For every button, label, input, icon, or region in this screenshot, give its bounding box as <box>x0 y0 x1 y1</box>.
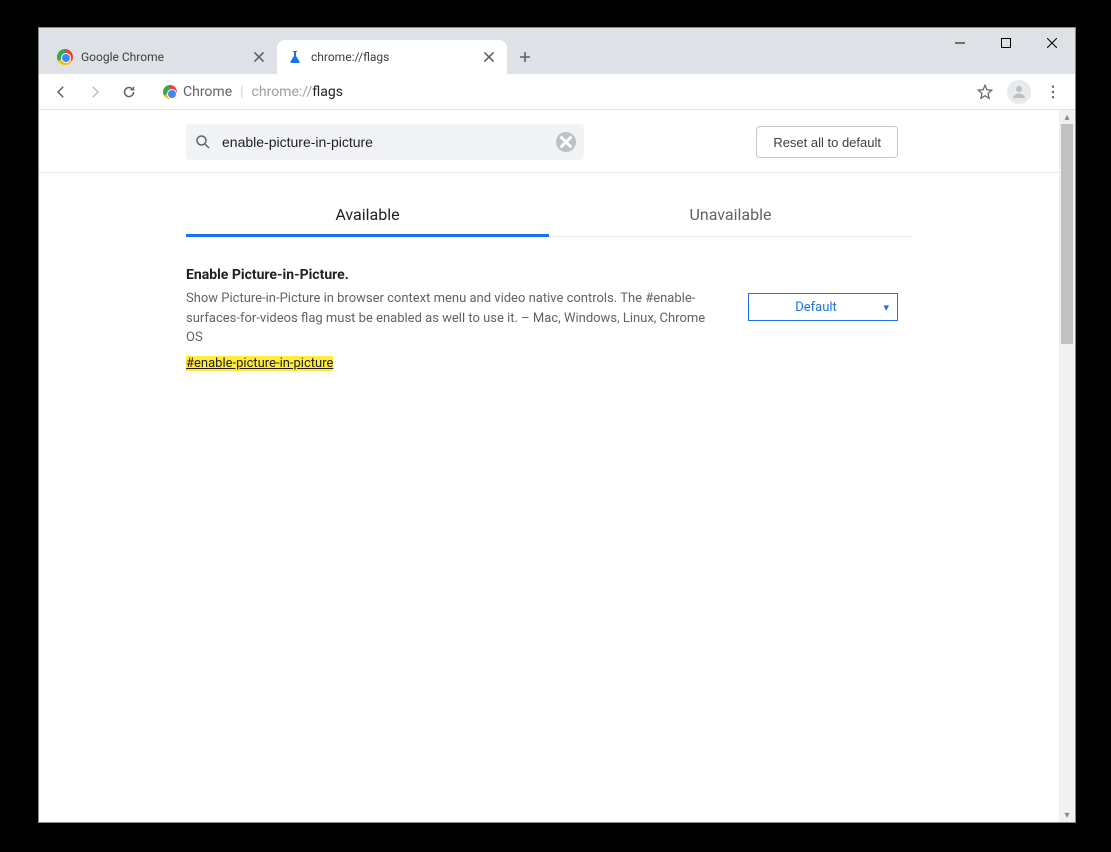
flags-search[interactable] <box>186 124 584 160</box>
site-chip-label: Chrome <box>183 84 232 100</box>
flag-list: Enable Picture-in-Picture. Show Picture-… <box>186 237 912 371</box>
new-tab-button[interactable] <box>511 43 539 71</box>
reload-button[interactable] <box>113 76 145 108</box>
url-prefix: chrome:// <box>252 84 313 100</box>
flags-tabs: Available Unavailable <box>186 173 912 237</box>
flag-anchor-link[interactable]: #enable-picture-in-picture <box>186 356 333 371</box>
window-controls <box>937 28 1075 58</box>
toolbar: Chrome | chrome://flags <box>39 74 1075 110</box>
tab-available[interactable]: Available <box>186 191 549 236</box>
flag-description: Show Picture-in-Picture in browser conte… <box>186 289 722 348</box>
scrollbar[interactable]: ▴ ▾ <box>1059 110 1075 822</box>
forward-button[interactable] <box>79 76 111 108</box>
browser-tab-google-chrome[interactable]: Google Chrome <box>47 40 277 74</box>
flag-select-value: Default <box>795 300 837 315</box>
site-info-chip[interactable]: Chrome <box>163 84 232 100</box>
chrome-icon <box>163 85 177 99</box>
scroll-up-arrow[interactable]: ▴ <box>1059 110 1075 124</box>
tab-title: Google Chrome <box>81 50 243 64</box>
url-path: flags <box>312 84 343 100</box>
kebab-menu-button[interactable] <box>1037 76 1069 108</box>
tab-title: chrome://flags <box>311 50 473 64</box>
titlebar: Google Chrome chrome://flags <box>39 28 1075 74</box>
separator: | <box>240 84 243 100</box>
back-button[interactable] <box>45 76 77 108</box>
bookmark-star-button[interactable] <box>969 76 1001 108</box>
page-content: Reset all to default Available Unavailab… <box>39 110 1059 822</box>
maximize-button[interactable] <box>983 28 1029 58</box>
browser-window: Google Chrome chrome://flags <box>38 27 1076 823</box>
viewport: Reset all to default Available Unavailab… <box>39 110 1075 822</box>
clear-search-button[interactable] <box>556 132 576 152</box>
search-icon <box>194 133 212 151</box>
flag-item: Enable Picture-in-Picture. Show Picture-… <box>186 267 898 371</box>
flag-title: Enable Picture-in-Picture. <box>186 267 722 283</box>
close-icon[interactable] <box>481 49 497 65</box>
address-bar[interactable]: Chrome | chrome://flags <box>153 78 961 106</box>
flask-icon <box>287 49 303 65</box>
tab-unavailable[interactable]: Unavailable <box>549 191 912 236</box>
flags-search-input[interactable] <box>222 134 546 150</box>
scrollbar-thumb[interactable] <box>1061 124 1073 344</box>
profile-avatar[interactable] <box>1007 80 1031 104</box>
scroll-down-arrow[interactable]: ▾ <box>1059 808 1075 822</box>
flags-header: Reset all to default <box>39 110 1059 173</box>
url-text: chrome://flags <box>252 84 343 100</box>
reset-all-button[interactable]: Reset all to default <box>756 126 898 158</box>
close-icon[interactable] <box>251 49 267 65</box>
flag-state-select[interactable]: Default <box>748 293 898 321</box>
tab-strip: Google Chrome chrome://flags <box>39 28 1075 74</box>
chrome-icon <box>57 49 73 65</box>
close-window-button[interactable] <box>1029 28 1075 58</box>
minimize-button[interactable] <box>937 28 983 58</box>
browser-tab-flags[interactable]: chrome://flags <box>277 40 507 74</box>
